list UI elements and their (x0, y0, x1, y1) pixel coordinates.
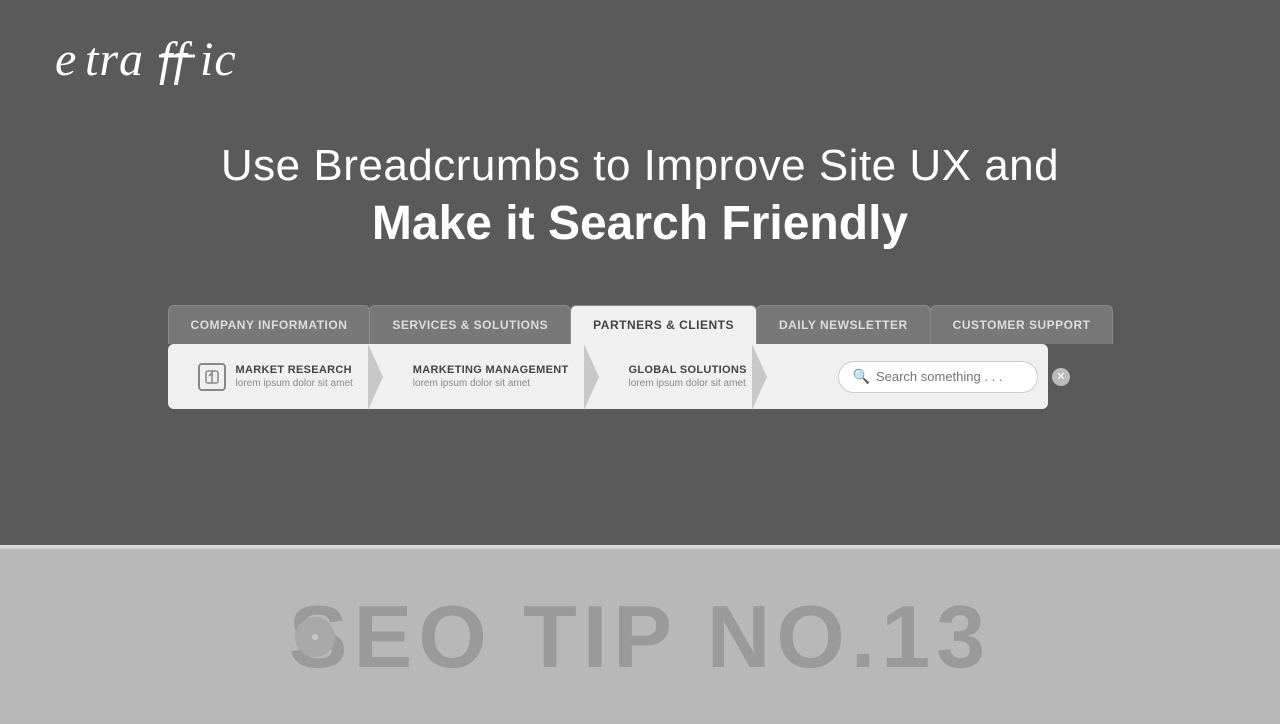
bullet-inner (312, 634, 318, 640)
bottom-section: SEO TIP NO.13 (0, 549, 1280, 724)
subnav-title-marketing-management: MARKETING MANAGEMENT (413, 364, 569, 376)
logo-svg: e tra ff ic (50, 30, 280, 85)
search-input[interactable] (876, 369, 1052, 384)
subnav-text-global-solutions: GLOBAL SOLUTIONS lorem ipsum dolor sit a… (629, 364, 747, 389)
subnav-bar: MARKET RESEARCH lorem ipsum dolor sit am… (168, 344, 1048, 409)
logo: e tra ff ic (50, 53, 280, 93)
tab-customer-support[interactable]: CUSTOMER SUPPORT (930, 305, 1114, 344)
bullet-decoration (295, 617, 335, 657)
svg-text:ff: ff (159, 33, 192, 85)
svg-text:tra: tra (85, 33, 144, 85)
tab-daily-newsletter[interactable]: DAILY NEWSLETTER (756, 305, 931, 344)
subnav-item-marketing-management[interactable]: MARKETING MANAGEMENT lorem ipsum dolor s… (383, 356, 599, 397)
svg-text:e: e (55, 33, 77, 85)
market-research-icon (198, 363, 226, 391)
top-section: e tra ff ic Use Breadcrumbs to Improve S… (0, 0, 1280, 545)
subnav-subtitle-marketing-management: lorem ipsum dolor sit amet (413, 378, 569, 389)
svg-text:ic: ic (200, 33, 237, 85)
subnav-text-marketing-management: MARKETING MANAGEMENT lorem ipsum dolor s… (413, 364, 569, 389)
nav-area: COMPANY INFORMATION SERVICES & SOLUTIONS… (168, 275, 1113, 409)
subnav-text-market-research: MARKET RESEARCH lorem ipsum dolor sit am… (236, 364, 353, 389)
nav-tabs: COMPANY INFORMATION SERVICES & SOLUTIONS… (168, 305, 1113, 344)
subnav-item-global-solutions[interactable]: GLOBAL SOLUTIONS lorem ipsum dolor sit a… (599, 356, 767, 397)
subnav-title-market-research: MARKET RESEARCH (236, 364, 353, 376)
headline-line1: Use Breadcrumbs to Improve Site UX and (221, 140, 1059, 193)
logo-area: e tra ff ic (50, 30, 280, 94)
seo-tip-text: SEO TIP NO.13 (289, 586, 991, 688)
subnav-subtitle-global-solutions: lorem ipsum dolor sit amet (629, 378, 747, 389)
subnav-subtitle-market-research: lorem ipsum dolor sit amet (236, 378, 353, 389)
search-field[interactable]: 🔍 ✕ (838, 361, 1038, 393)
search-clear-button[interactable]: ✕ (1052, 368, 1070, 386)
tab-partners-clients[interactable]: PARTNERS & CLIENTS (570, 305, 757, 344)
headline-line2: Make it Search Friendly (221, 193, 1059, 255)
tab-services-solutions[interactable]: SERVICES & SOLUTIONS (369, 305, 571, 344)
tab-company-information[interactable]: COMPANY INFORMATION (168, 305, 371, 344)
subnav-item-market-research[interactable]: MARKET RESEARCH lorem ipsum dolor sit am… (178, 355, 383, 399)
headline-area: Use Breadcrumbs to Improve Site UX and M… (221, 140, 1059, 255)
search-icon: 🔍 (853, 368, 870, 385)
subnav-title-global-solutions: GLOBAL SOLUTIONS (629, 364, 747, 376)
